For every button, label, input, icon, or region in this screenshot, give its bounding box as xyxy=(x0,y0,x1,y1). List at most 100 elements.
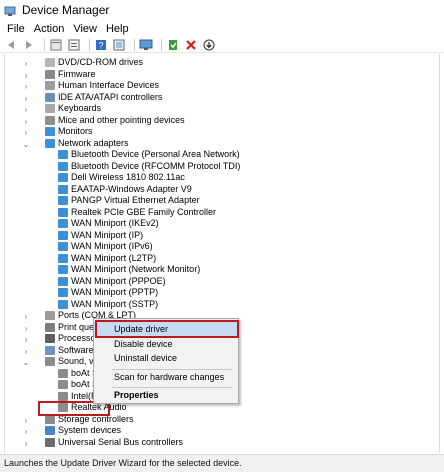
firmware-icon xyxy=(45,69,55,79)
properties-icon[interactable] xyxy=(67,38,81,52)
tree-item-network-adapter[interactable]: WAN Miniport (SSTP) xyxy=(58,299,158,311)
menu-item-properties[interactable]: Properties xyxy=(94,388,238,403)
speaker-icon xyxy=(58,391,68,401)
forward-icon[interactable] xyxy=(22,38,36,52)
printer-icon xyxy=(45,322,55,332)
network-adapter-icon xyxy=(45,138,55,148)
expand-icon[interactable]: › xyxy=(21,311,31,321)
tree-item-network-adapter[interactable]: WAN Miniport (PPPOE) xyxy=(58,276,166,288)
download-icon[interactable] xyxy=(202,38,216,52)
usb-icon xyxy=(45,437,55,447)
toolbar-separator xyxy=(161,38,162,51)
back-icon[interactable] xyxy=(4,38,18,52)
tree-item-network-adapter[interactable]: WAN Miniport (PPTP) xyxy=(58,287,158,299)
port-icon xyxy=(45,311,55,321)
monitor-icon[interactable] xyxy=(139,38,153,52)
menu-help[interactable]: Help xyxy=(103,21,135,37)
expand-icon[interactable]: › xyxy=(21,426,31,436)
menu-bar: File Action View Help xyxy=(0,21,444,37)
processor-icon xyxy=(45,334,55,344)
expand-icon[interactable]: › xyxy=(21,93,31,103)
tree-item-network-adapter[interactable]: WAN Miniport (IP) xyxy=(58,230,143,242)
tree-item-monitors[interactable]: › Monitors xyxy=(25,126,93,138)
tree-item-network-adapter[interactable]: PANGP Virtual Ethernet Adapter xyxy=(58,195,200,207)
tree-item-hid[interactable]: › Human Interface Devices xyxy=(25,80,159,92)
tree-item-system-devices[interactable]: › System devices xyxy=(25,425,121,437)
tree-item-network-adapter[interactable]: WAN Miniport (Network Monitor) xyxy=(58,264,200,276)
toolbar-separator xyxy=(134,38,135,51)
menu-item-scan-hardware[interactable]: Scan for hardware changes xyxy=(94,370,238,385)
ide-controller-icon xyxy=(45,92,55,102)
toolbar: ? xyxy=(0,37,444,53)
help-icon[interactable]: ? xyxy=(94,38,108,52)
expand-icon[interactable]: › xyxy=(21,70,31,80)
title-bar: Device Manager xyxy=(0,0,444,21)
tree-item-ide[interactable]: › IDE ATA/ATAPI controllers xyxy=(25,92,163,104)
tree-item-mice[interactable]: › Mice and other pointing devices xyxy=(25,115,185,127)
svg-text:?: ? xyxy=(98,40,103,50)
update-driver-icon[interactable] xyxy=(166,38,180,52)
scan-icon[interactable] xyxy=(112,38,126,52)
network-adapter-icon xyxy=(58,299,68,309)
network-adapter-icon xyxy=(58,265,68,275)
expand-icon[interactable]: › xyxy=(21,104,31,114)
tree-item-network-adapter[interactable]: WAN Miniport (IPv6) xyxy=(58,241,153,253)
expand-icon[interactable]: › xyxy=(21,438,31,448)
network-adapter-icon xyxy=(58,230,68,240)
tree-item-network-adapter[interactable]: WAN Miniport (L2TP) xyxy=(58,253,156,265)
uninstall-icon[interactable] xyxy=(184,38,198,52)
dvd-drive-icon xyxy=(45,58,55,68)
speaker-icon xyxy=(58,368,68,378)
network-adapter-icon xyxy=(58,173,68,183)
expand-icon[interactable]: › xyxy=(21,346,31,356)
tree-item-usb-controllers[interactable]: › Universal Serial Bus controllers xyxy=(25,437,183,449)
software-device-icon xyxy=(45,345,55,355)
network-adapter-icon xyxy=(58,288,68,298)
tree-item-keyboards[interactable]: › Keyboards xyxy=(25,103,101,115)
toolbar-separator xyxy=(44,38,45,51)
expand-icon[interactable]: › xyxy=(21,323,31,333)
status-bar: Launches the Update Driver Wizard for th… xyxy=(0,454,444,472)
expand-icon[interactable]: › xyxy=(21,81,31,91)
tree-item-network-adapter[interactable]: Dell Wireless 1810 802.11ac xyxy=(58,172,185,184)
tree-item-network-adapter[interactable]: Bluetooth Device (RFCOMM Protocol TDI) xyxy=(58,161,240,173)
menu-item-uninstall-device[interactable]: Uninstall device xyxy=(94,351,238,366)
expand-icon[interactable]: › xyxy=(21,116,31,126)
network-adapter-icon xyxy=(58,207,68,217)
network-adapter-icon xyxy=(58,276,68,286)
network-adapter-icon xyxy=(58,196,68,206)
network-adapter-icon xyxy=(58,150,68,160)
tree-item-network-adapter[interactable]: EAATAP-Windows Adapter V9 xyxy=(58,184,192,196)
speaker-icon xyxy=(58,380,68,390)
system-device-icon xyxy=(45,426,55,436)
network-adapter-icon xyxy=(58,242,68,252)
collapse-icon[interactable]: ⌄ xyxy=(21,139,31,149)
menu-item-disable-device[interactable]: Disable device xyxy=(94,337,238,352)
tree-item-network-adapter[interactable]: Bluetooth Device (Personal Area Network) xyxy=(58,149,240,161)
expand-icon[interactable]: › xyxy=(21,334,31,344)
tree-item-firmware[interactable]: › Firmware xyxy=(25,69,96,81)
network-adapter-icon xyxy=(58,219,68,229)
toolbar-separator xyxy=(89,38,90,51)
expand-icon[interactable]: › xyxy=(21,58,31,68)
collapse-icon[interactable]: ⌄ xyxy=(21,357,31,367)
tree-item-network-adapters[interactable]: ⌄ Network adapters xyxy=(23,138,129,150)
menu-item-update-driver[interactable]: Update driver xyxy=(94,322,238,337)
menu-file[interactable]: File xyxy=(4,21,31,37)
show-hide-icon[interactable] xyxy=(49,38,63,52)
network-adapter-icon xyxy=(58,184,68,194)
tree-item-storage-controllers[interactable]: › Storage controllers xyxy=(25,414,134,426)
keyboard-icon xyxy=(45,104,55,114)
menu-view[interactable]: View xyxy=(70,21,103,37)
tree-item-network-adapter[interactable]: WAN Miniport (IKEv2) xyxy=(58,218,159,230)
hid-icon xyxy=(45,81,55,91)
expand-icon[interactable]: › xyxy=(21,415,31,425)
mouse-icon xyxy=(45,115,55,125)
tree-item-dvd[interactable]: › DVD/CD-ROM drives xyxy=(25,57,143,69)
speaker-icon xyxy=(45,357,55,367)
window-title: Device Manager xyxy=(22,3,110,17)
speaker-icon xyxy=(58,403,68,413)
menu-action[interactable]: Action xyxy=(31,21,71,37)
expand-icon[interactable]: › xyxy=(21,127,31,137)
tree-item-network-adapter[interactable]: Realtek PCIe GBE Family Controller xyxy=(58,207,216,219)
